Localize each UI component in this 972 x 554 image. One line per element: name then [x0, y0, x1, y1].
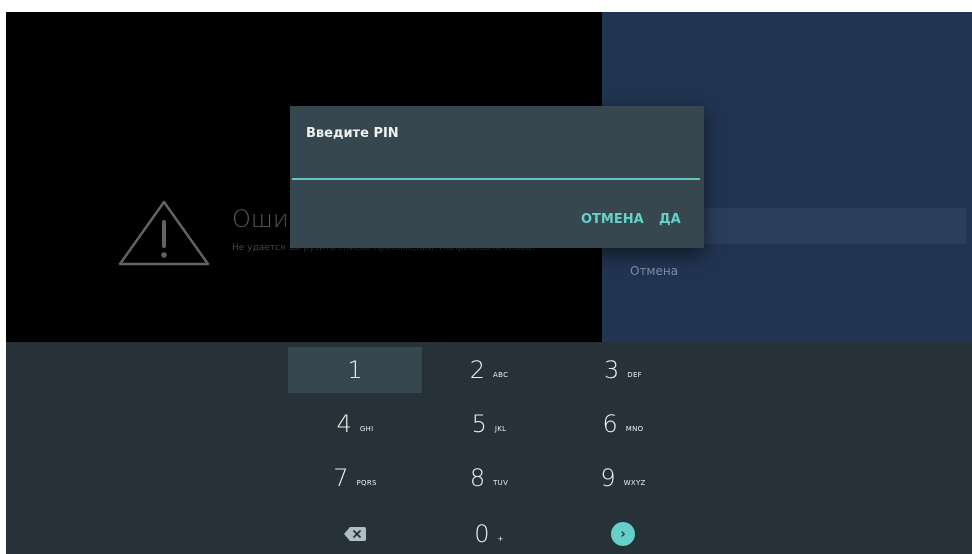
- key-digit: 2: [469, 356, 485, 384]
- key-letters: TUV: [493, 479, 509, 487]
- key-digit: 0: [474, 520, 490, 548]
- cancel-button[interactable]: ОТМЕНА: [581, 212, 644, 227]
- key-letters: ABC: [493, 371, 509, 379]
- key-digit: 6: [602, 410, 618, 438]
- warning-icon: [118, 200, 210, 266]
- key-digit: 8: [469, 464, 486, 492]
- key-letters: MNO: [625, 425, 644, 433]
- key-letters: +: [497, 535, 504, 543]
- key-letters: DEF: [627, 371, 643, 379]
- pin-input[interactable]: [292, 156, 700, 180]
- backspace-icon: [344, 527, 366, 541]
- pin-keypad: 1 2 ABC 3 DEF 4 GHI 5 JKL 6 MNO 7 PQRS 8 TUV 9W…: [6, 342, 972, 554]
- key-5[interactable]: 5 JKL: [422, 401, 556, 447]
- chevron-right-icon: ›: [611, 522, 635, 546]
- key-letters: JKL: [494, 425, 507, 433]
- key-letters: WXYZ: [623, 479, 646, 487]
- key-letters: GHI: [359, 425, 374, 433]
- key-digit: 4: [336, 410, 352, 438]
- key-digit: 5: [471, 410, 487, 438]
- key-9[interactable]: 9 WXYZ: [556, 455, 690, 501]
- key-digit: 1: [347, 356, 363, 384]
- key-digit: 9: [600, 464, 616, 492]
- backspace-key[interactable]: [288, 511, 422, 554]
- dialog-title: Введите PIN: [306, 126, 399, 141]
- pin-dialog: Введите PIN ОТМЕНА ДА: [290, 106, 704, 248]
- key-6[interactable]: 6 MNO: [556, 401, 690, 447]
- key-1[interactable]: 1: [288, 347, 422, 393]
- key-3[interactable]: 3 DEF: [556, 347, 690, 393]
- key-7[interactable]: 7 PQRS: [288, 455, 422, 501]
- tv-screen: Ошибка Не удается загрузить список прило…: [6, 12, 972, 554]
- key-digit: 7: [333, 464, 349, 492]
- key-8[interactable]: 8 TUV: [422, 455, 556, 501]
- key-0[interactable]: 0 +: [422, 511, 556, 554]
- ok-button[interactable]: ДА: [659, 212, 681, 227]
- key-digit: 3: [603, 356, 620, 384]
- enter-key[interactable]: ›: [556, 511, 690, 554]
- action-item-cancel[interactable]: Отмена: [630, 264, 678, 278]
- key-letters: PQRS: [356, 479, 377, 487]
- key-4[interactable]: 4 GHI: [288, 401, 422, 447]
- key-2[interactable]: 2 ABC: [422, 347, 556, 393]
